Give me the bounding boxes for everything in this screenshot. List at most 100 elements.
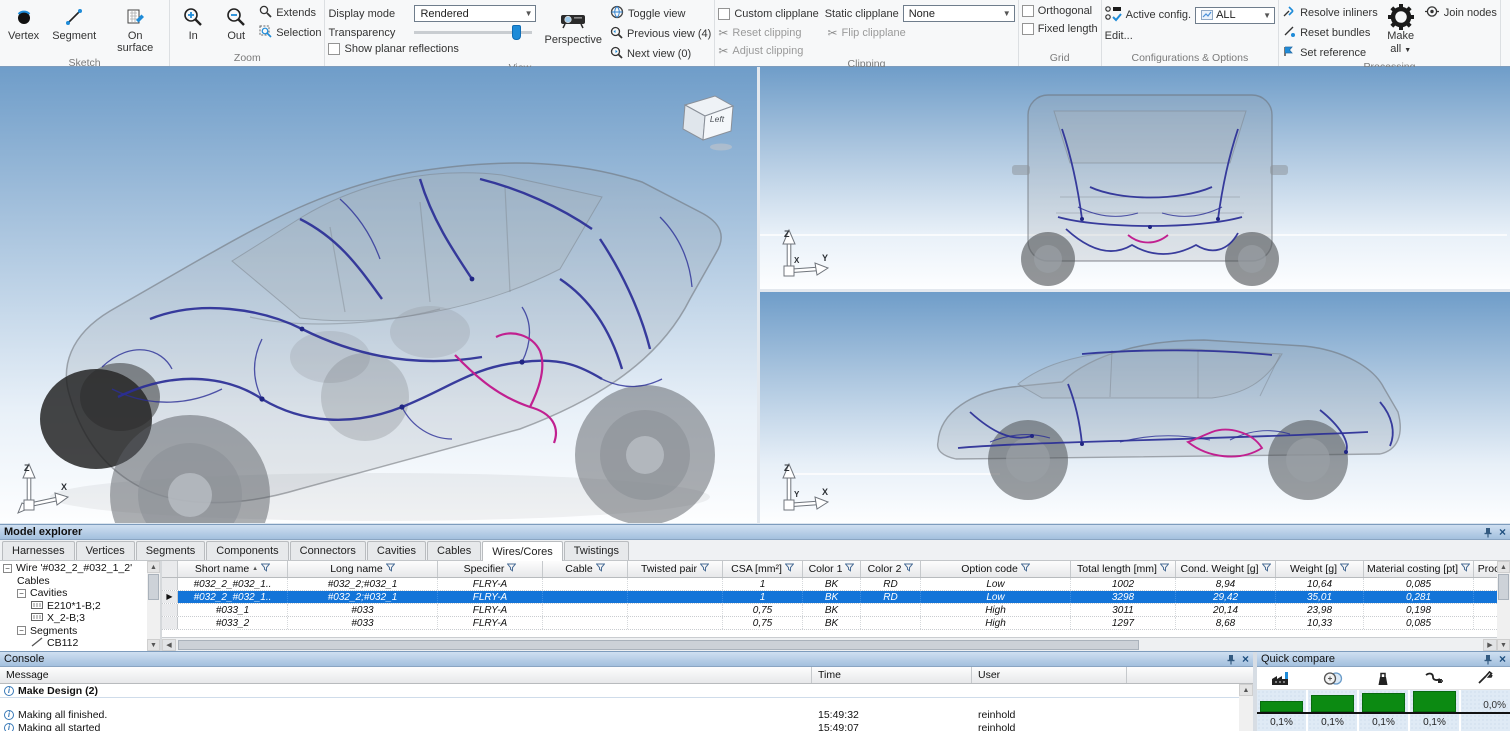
tree-expander-icon[interactable] [3,564,12,573]
row-selector-cell[interactable]: ▶ [162,591,178,603]
console-message-row[interactable]: iMaking all finished.15:49:32reinhold [0,708,1239,721]
checkbox-icon[interactable] [328,43,340,55]
viewport-front-view[interactable]: Z Y X [760,67,1510,289]
checkbox-icon[interactable] [1022,5,1034,17]
fixed-length-checkbox[interactable]: Fixed length [1022,23,1098,35]
scroll-right-icon[interactable]: ▶ [1483,639,1497,651]
tree-item[interactable]: Cavities [0,587,147,600]
static-clipplane-dropdown[interactable]: None▼ [903,5,1015,22]
pin-icon[interactable] [1483,527,1493,538]
column-header-twisted-pair[interactable]: Twisted pair [628,561,723,577]
column-header-material-costing-pt-[interactable]: Material costing [pt] [1364,561,1474,577]
edit-config-button[interactable]: Edit... [1105,30,1275,42]
slider-handle-icon[interactable] [512,25,521,40]
checkbox-icon[interactable] [1022,23,1034,35]
table-row[interactable]: #032_2_#032_1..#032_2;#032_1FLRY-A1BKRDL… [162,578,1497,591]
column-header-long-name[interactable]: Long name [288,561,438,577]
column-header-process-time-min[interactable]: Process time [min [1474,561,1497,577]
orthogonal-checkbox[interactable]: Orthogonal [1022,5,1098,17]
row-selector-cell[interactable] [162,578,178,590]
filter-funnel-icon[interactable] [1262,563,1271,575]
perspective-button[interactable]: Perspective [539,6,606,48]
filter-funnel-icon[interactable] [261,563,270,575]
pin-icon[interactable] [1226,654,1236,665]
table-vertical-scrollbar[interactable]: ▲ ▼ [1497,561,1510,651]
tab-wires-cores[interactable]: Wires/Cores [482,541,563,561]
column-header-color-1[interactable]: Color 1 [803,561,861,577]
tree-item[interactable]: CB112 [0,637,147,650]
tab-twistings[interactable]: Twistings [564,541,629,560]
console-group-row[interactable]: iMake Design (2) [0,684,1239,698]
close-icon[interactable]: × [1242,654,1249,664]
row-selector-cell[interactable] [162,617,178,629]
tab-segments[interactable]: Segments [136,541,206,560]
tree-item[interactable]: E210*1-B;2 [0,600,147,613]
tab-connectors[interactable]: Connectors [290,541,366,560]
scroll-down-icon[interactable]: ▼ [1497,639,1510,651]
reset-bundles-button[interactable]: Reset bundles [1282,25,1378,41]
tree-item[interactable]: X_2-B;3 [0,612,147,625]
scroll-up-icon[interactable]: ▲ [147,561,160,573]
tree-item[interactable]: Wire '#032_2_#032_1_2' [0,562,147,575]
tree-expander-icon[interactable] [17,626,26,635]
column-header-option-code[interactable]: Option code [921,561,1071,577]
filter-funnel-icon[interactable] [1021,563,1030,575]
zoom-selection-button[interactable]: Selection [259,25,321,41]
zoom-in-button[interactable]: In [173,2,213,44]
pin-icon[interactable] [1483,654,1493,665]
scrollbar-thumb[interactable] [178,640,1139,650]
filter-funnel-icon[interactable] [785,563,794,575]
console-scrollbar[interactable]: ▲ [1239,684,1253,731]
model-explorer-titlebar[interactable]: Model explorer × [0,525,1510,540]
scroll-up-icon[interactable]: ▲ [1497,561,1510,573]
show-planar-reflections-checkbox[interactable]: Show planar reflections [328,43,536,55]
set-reference-button[interactable]: Set reference [1282,45,1378,61]
reset-clipping-button[interactable]: ✂ Reset clipping [718,26,801,40]
scrollbar-thumb[interactable] [1498,574,1509,600]
scroll-down-icon[interactable]: ▼ [147,639,160,651]
filter-funnel-icon[interactable] [507,563,516,575]
filter-funnel-icon[interactable] [596,563,605,575]
active-config-dropdown[interactable]: ALL▼ [1195,7,1275,24]
filter-funnel-icon[interactable] [1340,563,1349,575]
vertex-button[interactable]: Vertex [3,2,44,44]
column-header-cond-weight-g-[interactable]: Cond. Weight [g] [1176,561,1276,577]
filter-funnel-icon[interactable] [1160,563,1169,575]
table-horizontal-scrollbar[interactable]: ◀ ▶ [162,637,1497,651]
console-titlebar[interactable]: Console × [0,652,1253,667]
join-nodes-button[interactable]: Join nodes [1424,5,1497,21]
next-view-button[interactable]: Next view (0) [610,46,711,62]
filter-funnel-icon[interactable] [845,563,854,575]
filter-funnel-icon[interactable] [904,563,913,575]
display-mode-dropdown[interactable]: Rendered▼ [414,5,536,22]
tab-harnesses[interactable]: Harnesses [2,541,75,560]
quick-compare-titlebar[interactable]: Quick compare × [1257,652,1510,667]
scroll-left-icon[interactable]: ◀ [162,639,176,651]
console-column-user[interactable]: User [972,667,1127,683]
close-icon[interactable]: × [1499,527,1506,537]
tab-components[interactable]: Components [206,541,288,560]
table-row[interactable]: #033_1#033FLRY-A0,75BKHigh301120,1423,98… [162,604,1497,617]
column-header-short-name[interactable]: Short name▲ [178,561,288,577]
scrollbar-thumb[interactable] [148,574,159,600]
segment-button[interactable]: Segment [47,2,101,44]
tree-expander-icon[interactable] [17,589,26,598]
navigation-cube[interactable]: Left [669,85,745,155]
make-all-button[interactable]: Make all ▼ [1381,2,1421,58]
filter-funnel-icon[interactable] [386,563,395,575]
table-row[interactable]: #033_2#033FLRY-A0,75BKHigh12978,6810,330… [162,617,1497,630]
zoom-extends-button[interactable]: Extends [259,5,321,21]
column-header-csa-mm-[interactable]: CSA [mm²] [723,561,803,577]
adjust-clipping-button[interactable]: ✂ Adjust clipping [718,44,1014,58]
viewport-main-3d[interactable]: Left Z X [0,67,757,523]
zoom-out-button[interactable]: Out [216,2,256,44]
scroll-up-icon[interactable]: ▲ [1239,684,1253,696]
column-header-cable[interactable]: Cable [543,561,628,577]
transparency-slider[interactable] [414,25,532,40]
console-column-message[interactable]: Message [0,667,812,683]
resolve-inliners-button[interactable]: Resolve inliners [1282,5,1378,21]
checkbox-icon[interactable] [718,8,730,20]
custom-clipplane-checkbox[interactable]: Custom clipplane [718,5,818,22]
tab-cavities[interactable]: Cavities [367,541,426,560]
close-icon[interactable]: × [1499,654,1506,664]
